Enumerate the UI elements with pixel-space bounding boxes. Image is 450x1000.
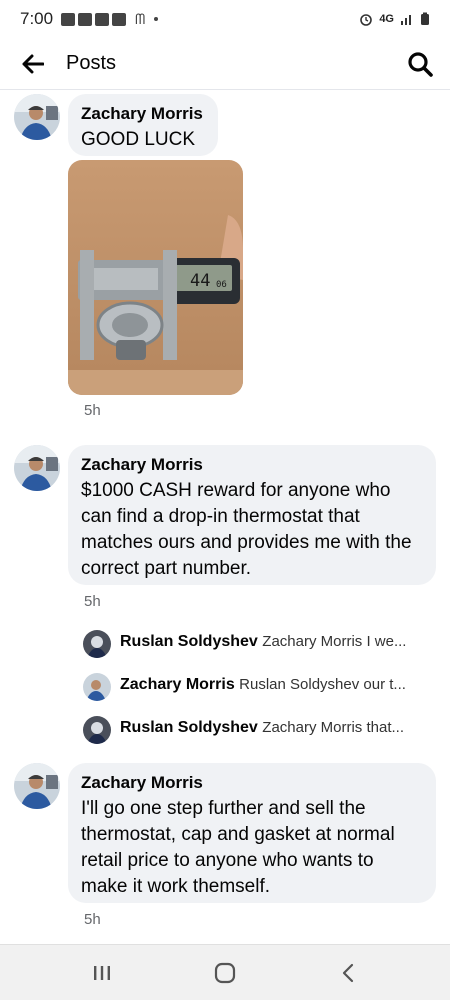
- comment-timestamp[interactable]: 5h: [84, 402, 101, 419]
- comment-author[interactable]: Zachary Morris: [81, 773, 422, 793]
- avatar[interactable]: [83, 630, 111, 658]
- comment-bubble[interactable]: Zachary Morris I'll go one step further …: [68, 763, 436, 903]
- comment-author[interactable]: Zachary Morris: [81, 455, 422, 475]
- comment-text: I'll go one step further and sell the th…: [81, 798, 395, 897]
- reply-author[interactable]: Ruslan Soldyshev: [120, 633, 258, 650]
- comment-timestamp[interactable]: 5h: [84, 911, 101, 928]
- comment-author[interactable]: Zachary Morris: [81, 104, 204, 124]
- page-title: Posts: [66, 52, 117, 74]
- comment-bubble[interactable]: Zachary Morris $1000 CASH reward for any…: [68, 445, 436, 585]
- notification-icon: [95, 12, 110, 26]
- recent-apps-icon: [93, 965, 110, 980]
- more-dot-icon: [154, 17, 159, 21]
- reply-text: Ruslan Soldyshev our t...: [239, 676, 406, 693]
- comment-bubble[interactable]: Zachary Morris GOOD LUCK: [68, 94, 218, 156]
- alarm-icon: [360, 14, 373, 26]
- notification-icon: [112, 12, 127, 26]
- avatar[interactable]: [14, 763, 60, 809]
- back-nav-icon: [343, 963, 354, 982]
- comment-text: GOOD LUCK: [81, 129, 196, 150]
- caliper-decimals: 06: [216, 280, 227, 290]
- comment-photo[interactable]: 44 06: [68, 160, 243, 395]
- reply-row[interactable]: Ruslan Soldyshev Zachary Morris that...: [0, 714, 450, 748]
- comment-timestamp[interactable]: 5h: [84, 593, 101, 610]
- reply-row[interactable]: Ruslan Soldyshev Zachary Morris I we...: [0, 628, 450, 662]
- search-button[interactable]: [390, 38, 450, 90]
- battery-icon: [421, 12, 429, 25]
- signal-icon: [401, 15, 411, 25]
- status-bar: 7:00 ᗰ 4G: [0, 0, 450, 38]
- reply-text: Zachary Morris I we...: [262, 633, 407, 650]
- mcdonalds-icon: ᗰ: [135, 10, 146, 27]
- avatar[interactable]: [83, 673, 111, 701]
- avatar[interactable]: [14, 445, 60, 491]
- app-header: Posts: [0, 38, 450, 90]
- avatar[interactable]: [14, 94, 60, 140]
- reply-author[interactable]: Ruslan Soldyshev: [120, 719, 258, 736]
- notification-icon: [78, 12, 93, 26]
- reply-author[interactable]: Zachary Morris: [120, 676, 235, 693]
- caliper-reading: 44: [190, 271, 210, 291]
- reply-row[interactable]: Zachary Morris Ruslan Soldyshev our t...: [0, 671, 450, 705]
- arrow-left-icon: [22, 54, 44, 73]
- reply-text: Zachary Morris that...: [262, 719, 404, 736]
- home-icon: [214, 962, 236, 983]
- back-nav-button[interactable]: [318, 948, 378, 998]
- avatar[interactable]: [83, 716, 111, 744]
- back-button[interactable]: [0, 38, 66, 90]
- home-button[interactable]: [195, 948, 255, 998]
- system-nav-bar: [0, 944, 450, 1000]
- notification-icon: [61, 12, 76, 26]
- recent-apps-button[interactable]: [72, 948, 132, 998]
- notification-icons: ᗰ: [61, 10, 159, 28]
- comment-text: $1000 CASH reward for anyone who can fin…: [81, 480, 412, 579]
- status-time: 7:00: [20, 9, 54, 28]
- search-icon: [408, 51, 433, 77]
- network-label: 4G: [379, 13, 394, 25]
